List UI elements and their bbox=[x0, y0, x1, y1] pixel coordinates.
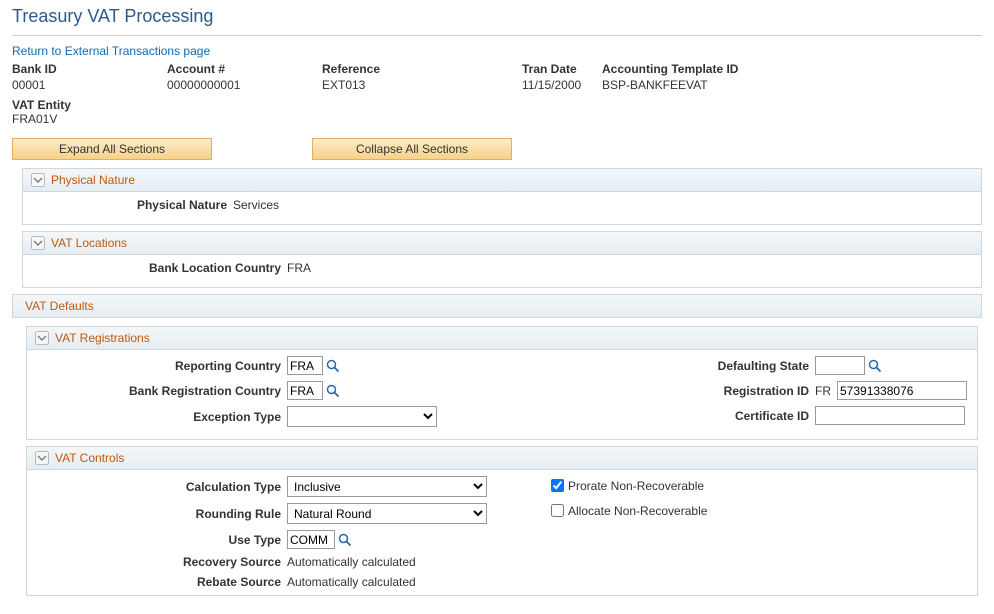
acct-tmpl-value: BSP-BANKFEEVAT bbox=[602, 78, 738, 92]
acct-tmpl-label: Accounting Template ID bbox=[602, 62, 738, 76]
defaulting-state-label: Defaulting State bbox=[505, 359, 815, 373]
vat-entity-value: FRA01V bbox=[12, 112, 982, 126]
calc-type-label: Calculation Type bbox=[37, 480, 287, 494]
calc-type-select[interactable]: Inclusive bbox=[287, 476, 487, 497]
account-value: 00000000001 bbox=[167, 78, 322, 92]
registration-id-input[interactable] bbox=[837, 381, 967, 400]
use-type-lookup-icon[interactable] bbox=[338, 533, 352, 547]
registration-id-label: Registration ID bbox=[505, 384, 815, 398]
bank-reg-country-lookup-icon[interactable] bbox=[326, 384, 340, 398]
bank-id-value: 00001 bbox=[12, 78, 167, 92]
allocate-label: Allocate Non-Recoverable bbox=[568, 504, 707, 518]
expand-all-button[interactable]: Expand All Sections bbox=[12, 138, 212, 160]
reporting-country-lookup-icon[interactable] bbox=[326, 359, 340, 373]
exception-type-select[interactable] bbox=[287, 406, 437, 427]
prorate-label: Prorate Non-Recoverable bbox=[568, 479, 704, 493]
vat-defaults-title: VAT Defaults bbox=[25, 299, 94, 313]
defaulting-state-lookup-icon[interactable] bbox=[868, 359, 882, 373]
vat-registrations-twisty-icon[interactable] bbox=[35, 331, 49, 345]
physical-nature-field-label: Physical Nature bbox=[33, 198, 233, 212]
physical-nature-twisty-icon[interactable] bbox=[31, 173, 45, 187]
defaulting-state-input[interactable] bbox=[815, 356, 865, 375]
vat-locations-title: VAT Locations bbox=[51, 236, 127, 250]
return-link[interactable]: Return to External Transactions page bbox=[12, 44, 210, 58]
vat-controls-twisty-icon[interactable] bbox=[35, 451, 49, 465]
bank-loc-country-value: FRA bbox=[287, 261, 311, 275]
account-label: Account # bbox=[167, 62, 322, 76]
vat-registrations-panel: VAT Registrations Reporting Country Bank… bbox=[26, 326, 978, 440]
registration-prefix: FR bbox=[815, 384, 831, 398]
recovery-source-label: Recovery Source bbox=[37, 555, 287, 569]
rebate-source-label: Rebate Source bbox=[37, 575, 287, 589]
vat-locations-panel: VAT Locations Bank Location Country FRA bbox=[22, 231, 982, 288]
reference-label: Reference bbox=[322, 62, 522, 76]
bank-loc-country-label: Bank Location Country bbox=[33, 261, 287, 275]
reference-value: EXT013 bbox=[322, 78, 522, 92]
tran-date-value: 11/15/2000 bbox=[522, 78, 602, 92]
bank-id-label: Bank ID bbox=[12, 62, 167, 76]
physical-nature-title: Physical Nature bbox=[51, 173, 135, 187]
bank-reg-country-input[interactable] bbox=[287, 381, 323, 400]
use-type-label: Use Type bbox=[37, 533, 287, 547]
rebate-source-value: Automatically calculated bbox=[287, 575, 416, 589]
collapse-all-button[interactable]: Collapse All Sections bbox=[312, 138, 512, 160]
page-title: Treasury VAT Processing bbox=[12, 6, 982, 31]
vat-controls-title: VAT Controls bbox=[55, 451, 124, 465]
bank-reg-country-label: Bank Registration Country bbox=[37, 384, 287, 398]
certificate-id-label: Certificate ID bbox=[505, 409, 815, 423]
vat-controls-panel: VAT Controls Calculation Type Inclusive … bbox=[26, 446, 978, 596]
tran-date-label: Tran Date bbox=[522, 62, 602, 76]
recovery-source-value: Automatically calculated bbox=[287, 555, 416, 569]
rounding-rule-label: Rounding Rule bbox=[37, 507, 287, 521]
vat-entity-label: VAT Entity bbox=[12, 98, 982, 112]
prorate-checkbox[interactable] bbox=[551, 479, 564, 492]
reporting-country-label: Reporting Country bbox=[37, 359, 287, 373]
vat-locations-twisty-icon[interactable] bbox=[31, 236, 45, 250]
physical-nature-field-value: Services bbox=[233, 198, 279, 212]
vat-registrations-title: VAT Registrations bbox=[55, 331, 150, 345]
certificate-id-input[interactable] bbox=[815, 406, 965, 425]
reporting-country-input[interactable] bbox=[287, 356, 323, 375]
physical-nature-panel: Physical Nature Physical Nature Services bbox=[22, 168, 982, 225]
use-type-input[interactable] bbox=[287, 530, 335, 549]
exception-type-label: Exception Type bbox=[37, 410, 287, 424]
vat-defaults-panel: VAT Defaults VAT Registrations Reporting… bbox=[12, 294, 982, 608]
allocate-checkbox[interactable] bbox=[551, 504, 564, 517]
divider bbox=[12, 35, 982, 36]
rounding-rule-select[interactable]: Natural Round bbox=[287, 503, 487, 524]
